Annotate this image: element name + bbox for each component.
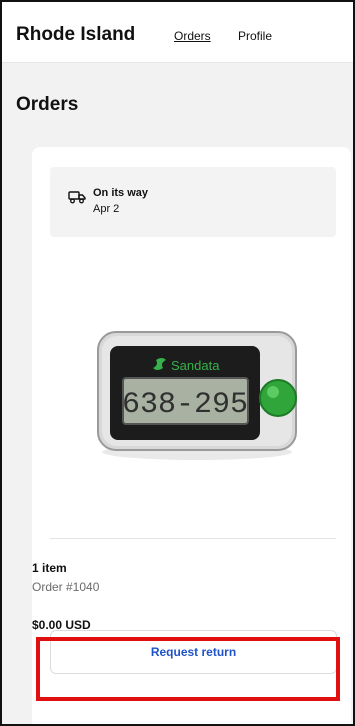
status-title: On its way: [93, 187, 149, 199]
store-name[interactable]: Rhode Island: [16, 24, 135, 46]
app-frame: Rhode Island Orders Profile Orders On it…: [0, 0, 355, 726]
item-count: 1 item: [32, 561, 67, 575]
order-card: On its way Apr 2 Sandata 638-295 1 item …: [32, 147, 351, 724]
lcd-display-text: 638-295: [122, 388, 248, 422]
order-number: Order #1040: [32, 580, 100, 594]
delivery-status-box: On its way Apr 2: [50, 167, 336, 237]
nav-link-orders[interactable]: Orders: [174, 29, 211, 43]
top-nav-bar: Rhode Island Orders Profile: [2, 2, 353, 63]
divider: [50, 538, 336, 539]
request-return-button[interactable]: Request return: [50, 630, 337, 674]
truck-icon: [68, 191, 86, 204]
product-image[interactable]: Sandata 638-295: [88, 324, 306, 464]
page-title: Orders: [16, 94, 79, 115]
nav-link-profile[interactable]: Profile: [238, 29, 272, 43]
brand-logo-text: Sandata: [171, 358, 220, 373]
status-date: Apr 2: [93, 203, 120, 215]
